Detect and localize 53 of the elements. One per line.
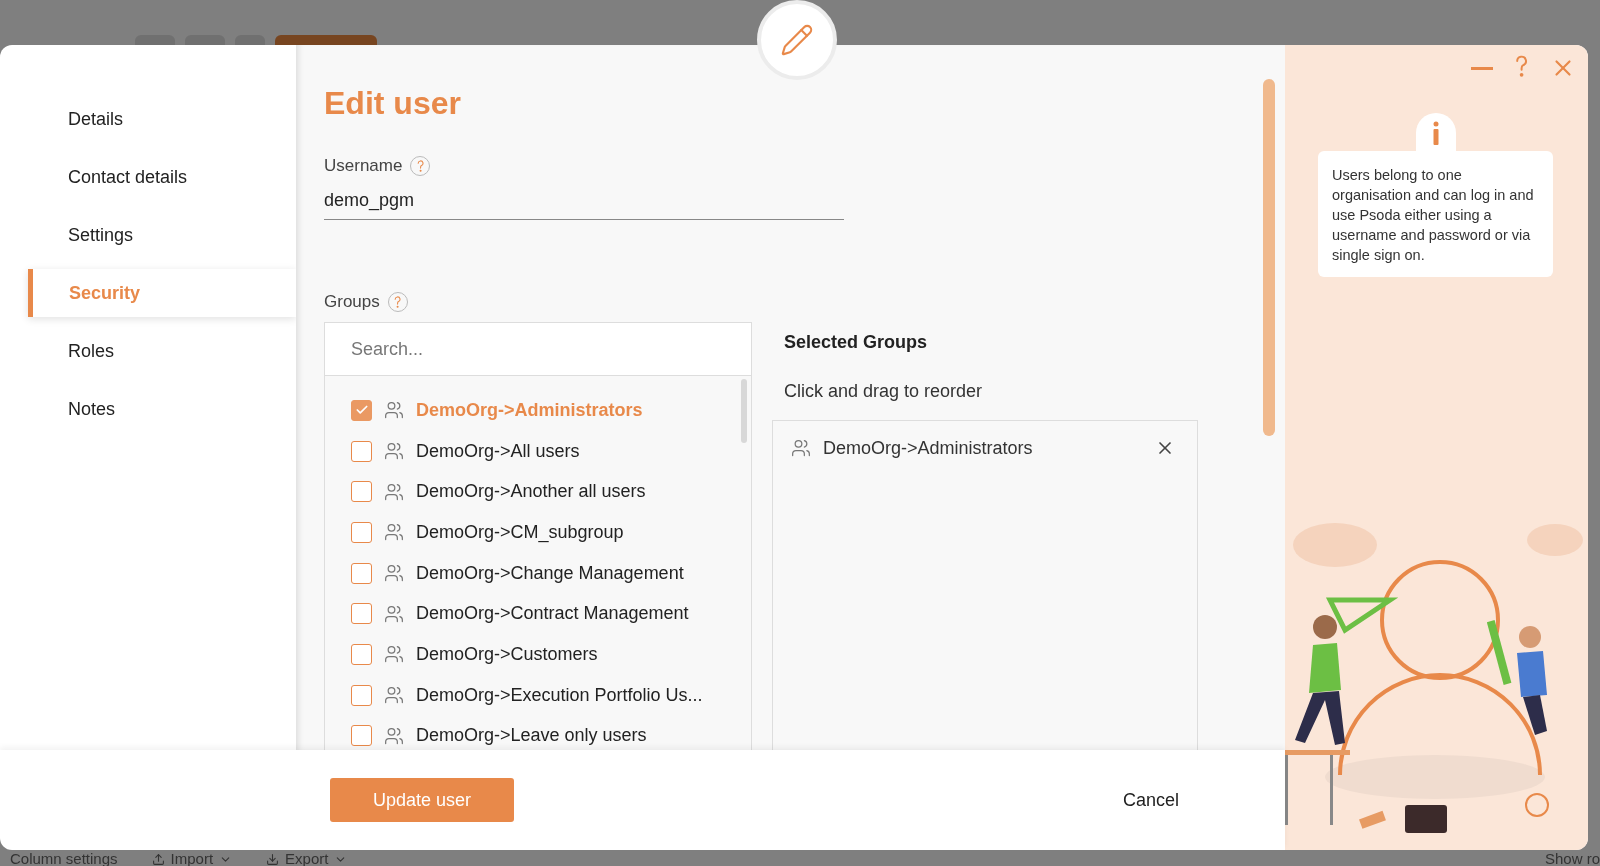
nav-item[interactable]: Settings <box>0 211 296 259</box>
group-icon <box>384 522 404 543</box>
group-icon <box>791 438 811 458</box>
help-icon[interactable] <box>1514 55 1528 77</box>
field-label: Username <box>324 156 403 176</box>
group-name[interactable]: DemoOrg->Customers <box>416 643 598 665</box>
info-icon <box>1415 113 1456 153</box>
checkbox[interactable] <box>351 603 372 625</box>
help-text: Users belong to one organisation and can log in and use Psoda either using a username and password or via single sign on. <box>1318 151 1553 277</box>
group-icon <box>384 644 404 665</box>
nav-item[interactable]: Roles <box>0 327 296 375</box>
nav-item[interactable]: Notes <box>0 385 296 433</box>
group-icon <box>384 725 404 746</box>
group-icon <box>384 441 404 462</box>
group-name[interactable]: DemoOrg->Execution Portfolio Us... <box>416 684 703 706</box>
group-name[interactable]: DemoOrg->CM_subgroup <box>416 521 624 543</box>
field-label: Groups <box>324 292 380 312</box>
pencil-icon <box>780 23 814 57</box>
group-name[interactable]: DemoOrg->Another all users <box>416 481 646 503</box>
group-icon <box>384 481 404 502</box>
scrollbar[interactable] <box>741 379 747 443</box>
nav-item[interactable]: Contact details <box>0 153 296 201</box>
background-text: Show ro <box>1544 852 1600 866</box>
minimize-icon <box>1470 66 1493 70</box>
checkbox[interactable] <box>351 399 372 421</box>
dialog-title: Edit user <box>324 85 461 122</box>
scrollbar[interactable] <box>1263 79 1275 436</box>
group-name[interactable]: DemoOrg->Administrators <box>823 437 1143 459</box>
group-icon <box>384 563 404 584</box>
cancel-button[interactable]: Cancel <box>1116 788 1185 812</box>
group-icon <box>384 400 404 421</box>
group-name[interactable]: DemoOrg->All users <box>416 440 580 462</box>
download-icon <box>266 852 280 866</box>
search-field[interactable]: Search... <box>325 323 751 376</box>
help-icon[interactable] <box>416 160 424 172</box>
checkbox[interactable] <box>351 562 372 584</box>
checkbox[interactable] <box>351 643 372 665</box>
section-title: Selected Groups <box>784 332 928 353</box>
hint-text: Click and drag to reorder <box>784 381 983 402</box>
upload-icon <box>151 852 165 866</box>
group-name[interactable]: DemoOrg->Contract Management <box>416 603 689 625</box>
help-icon[interactable] <box>394 296 402 308</box>
checkbox[interactable] <box>351 440 372 462</box>
group-icon <box>384 603 404 624</box>
username-field[interactable]: demo_pgm <box>324 180 844 220</box>
checkbox[interactable] <box>351 481 372 503</box>
group-name[interactable]: DemoOrg->Change Management <box>416 562 684 584</box>
checkbox[interactable] <box>351 684 372 706</box>
group-name[interactable]: DemoOrg->Leave only users <box>416 725 647 747</box>
group-icon <box>384 685 404 706</box>
checkbox[interactable] <box>351 725 372 747</box>
nav-item[interactable]: Details <box>0 95 296 143</box>
checkbox[interactable] <box>351 521 372 543</box>
